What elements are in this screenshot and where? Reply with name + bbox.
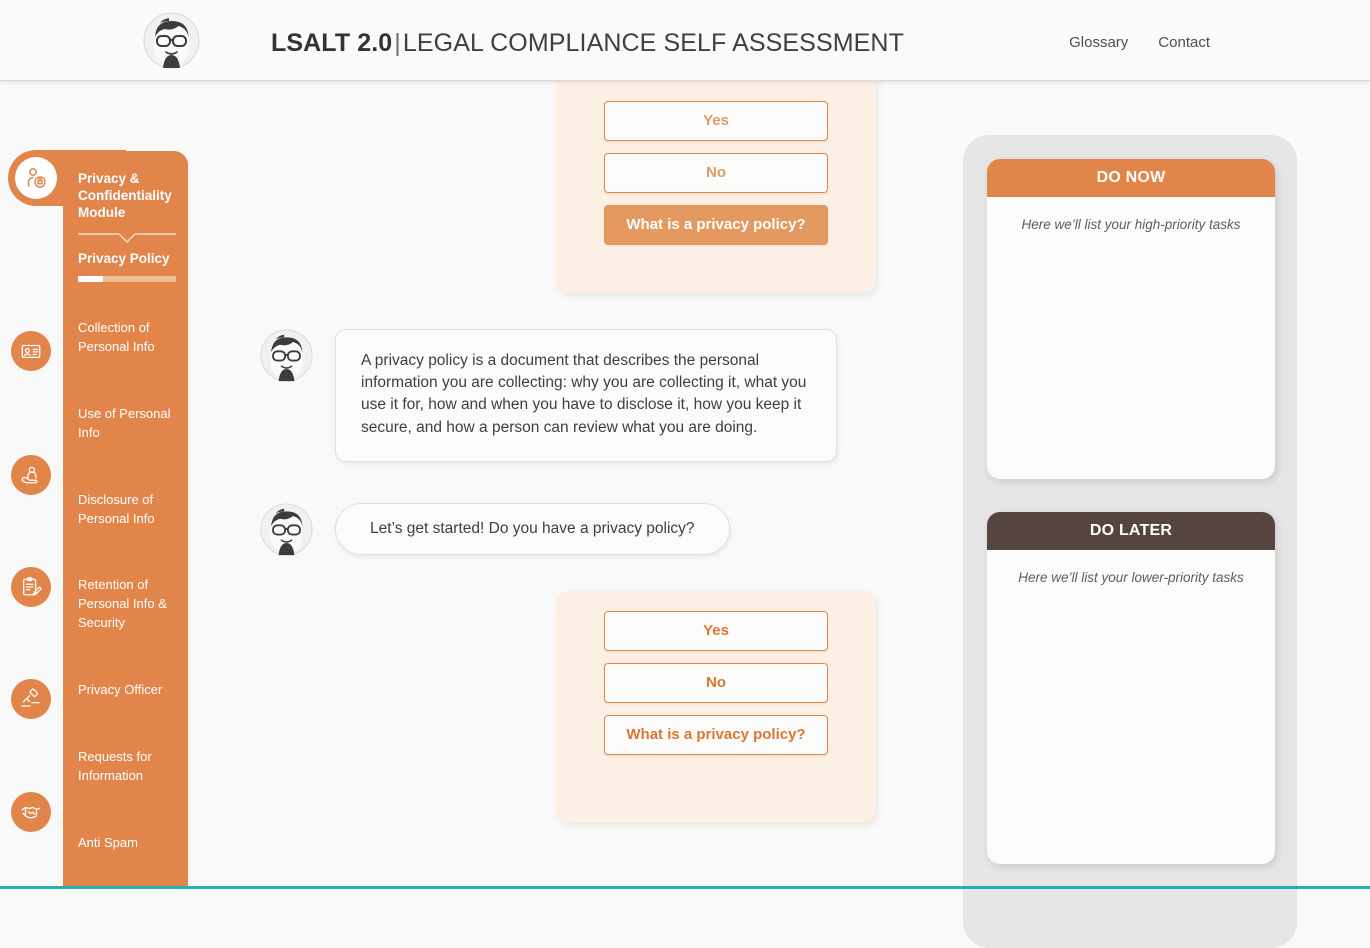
task-card-title: DO LATER	[987, 512, 1275, 550]
task-card-do-later: DO LATER Here we’ll list your lower-prio…	[987, 512, 1275, 864]
chat-message-question: Let’s get started! Do you have a privacy…	[260, 503, 730, 556]
page-title: LSALT 2.0|LEGAL COMPLIANCE SELF ASSESSME…	[271, 29, 904, 58]
module-sidebar: Privacy & Confidentiality Module Privacy…	[63, 151, 188, 886]
sidebar-module-title: Privacy & Confidentiality Module	[78, 171, 172, 220]
module-progress-bar	[78, 276, 176, 282]
chat-message-answer: A privacy policy is a document that desc…	[260, 329, 837, 462]
avatar-character-icon[interactable]	[143, 12, 200, 69]
answer-button-no-top[interactable]: No	[604, 153, 828, 193]
answer-button-no[interactable]: No	[604, 663, 828, 703]
sidebar-item-requests-for-information[interactable]: Requests for Information	[78, 747, 183, 785]
avatar-character-icon	[260, 329, 313, 382]
task-card-title: DO NOW	[987, 159, 1275, 197]
sidebar-icon-clipboard-pen[interactable]	[11, 567, 51, 607]
sidebar-icon-hand-person[interactable]	[11, 455, 51, 495]
answer-options-card-bottom: Yes No What is a privacy policy?	[556, 591, 876, 823]
brand-strong: LSALT 2.0	[271, 29, 393, 57]
sidebar-item-collection-of-personal-info[interactable]: Collection of Personal Info	[78, 318, 183, 356]
task-card-placeholder: Here we’ll list your lower-priority task…	[1018, 570, 1244, 585]
sidebar-item-use-of-personal-info[interactable]: Use of Personal Info	[78, 404, 183, 442]
module-progress-fill	[78, 276, 103, 282]
sidebar-item-anti-spam[interactable]: Anti Spam	[78, 833, 183, 852]
page-body: Privacy & Confidentiality Module Privacy…	[0, 81, 1370, 948]
answer-button-what-is-a-privacy-policy[interactable]: What is a privacy policy?	[604, 715, 828, 755]
header-nav: Glossary Contact	[1069, 34, 1210, 51]
footer-accent-rule	[0, 886, 1370, 889]
app-header: LSALT 2.0|LEGAL COMPLIANCE SELF ASSESSME…	[0, 0, 1370, 81]
nav-link-contact[interactable]: Contact	[1158, 34, 1210, 51]
brand-rest: LEGAL COMPLIANCE SELF ASSESSMENT	[402, 29, 904, 57]
sidebar-item-retention-of-personal-info-security[interactable]: Retention of Personal Info & Security	[78, 575, 183, 632]
task-card-placeholder: Here we’ll list your high-priority tasks	[1021, 217, 1241, 232]
sidebar-icon-handshake[interactable]	[11, 792, 51, 832]
nav-link-glossary[interactable]: Glossary	[1069, 34, 1128, 51]
chat-bubble-text: Let’s get started! Do you have a privacy…	[335, 503, 730, 555]
sidebar-item-disclosure-of-personal-info[interactable]: Disclosure of Personal Info	[78, 490, 183, 528]
sidebar-icon-id-card[interactable]	[11, 331, 51, 371]
chat-scroll-area[interactable]: Yes No What is a privacy policy? A priva…	[190, 81, 942, 886]
brand-separator: |	[394, 29, 401, 57]
sidebar-divider	[78, 232, 176, 244]
avatar-character-icon	[260, 503, 313, 556]
answer-button-what-is-a-privacy-policy-top[interactable]: What is a privacy policy?	[604, 205, 828, 245]
answer-options-card-top: Yes No What is a privacy policy?	[556, 81, 876, 293]
answer-button-yes[interactable]: Yes	[604, 611, 828, 651]
sidebar-icon-gavel[interactable]	[11, 679, 51, 719]
sidebar-item-privacy-policy[interactable]: Privacy Policy	[78, 251, 188, 267]
sidebar-item-privacy-officer[interactable]: Privacy Officer	[78, 680, 183, 699]
chat-bubble-text: A privacy policy is a document that desc…	[335, 329, 837, 462]
answer-button-yes-top[interactable]: Yes	[604, 101, 828, 141]
task-card-do-now: DO NOW Here we’ll list your high-priorit…	[987, 159, 1275, 479]
person-lock-icon	[15, 157, 57, 199]
task-panel: DO NOW Here we’ll list your high-priorit…	[963, 135, 1297, 948]
